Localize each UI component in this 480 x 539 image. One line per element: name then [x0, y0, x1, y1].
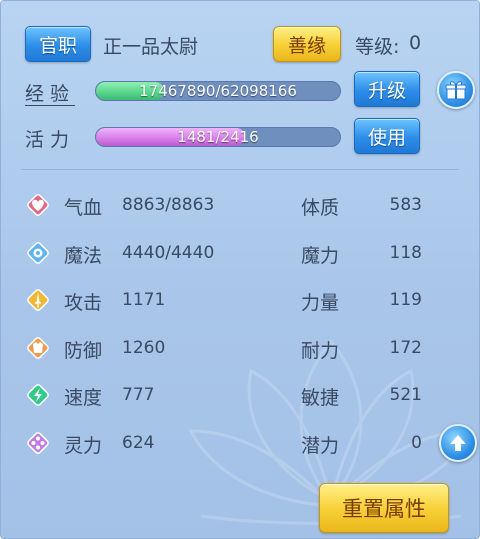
sword-icon [25, 287, 51, 313]
stat-name: 防御 [64, 339, 103, 362]
attribute-value: 118 [389, 242, 422, 263]
attribute-name: 力量 [301, 292, 340, 314]
vitality-bar: 1481/2416 [95, 127, 341, 147]
vitality-label: 活力 [25, 129, 76, 151]
character-stats-panel: 官职 正一品太尉 善缘 等级: 0 经验 17467890/62098166 升… [0, 0, 480, 539]
divider [21, 169, 459, 170]
use-button[interactable]: 使用 [354, 118, 420, 154]
arrow-up-icon [450, 435, 466, 451]
speed-icon [25, 382, 51, 408]
rank-title: 正一品太尉 [103, 36, 199, 58]
attribute-value: 119 [389, 290, 422, 310]
stat-value: 8863/8863 [122, 195, 215, 215]
attribute-name: 潜力 [301, 434, 340, 457]
stat-value: 777 [122, 385, 155, 405]
armor-icon [25, 335, 51, 361]
attribute-value: 0 [411, 432, 422, 453]
stat-name: 速度 [64, 387, 103, 409]
stat-value: 4440/4440 [122, 242, 215, 263]
stat-name: 灵力 [64, 434, 103, 457]
stat-name: 气血 [64, 197, 103, 219]
upgrade-button[interactable]: 升级 [354, 71, 420, 107]
attribute-value: 583 [389, 195, 422, 215]
level-label: 等级: [355, 36, 400, 58]
stat-value: 1260 [122, 337, 166, 358]
attribute-name: 耐力 [301, 339, 340, 362]
stat-name: 魔法 [64, 244, 103, 267]
mana-icon [25, 240, 51, 266]
karma-button[interactable]: 善缘 [273, 26, 341, 62]
attribute-name: 魔力 [301, 244, 340, 267]
stat-value: 1171 [122, 290, 166, 310]
attribute-name: 体质 [301, 197, 340, 219]
attribute-value: 521 [389, 385, 422, 405]
stat-value: 624 [122, 432, 155, 453]
spirit-icon [25, 430, 51, 456]
gift-icon [445, 81, 467, 100]
attribute-value: 172 [389, 337, 422, 358]
experience-label[interactable]: 经验 [25, 79, 75, 106]
vitality-text: 1481/2416 [177, 128, 259, 146]
level-value: 0 [409, 32, 422, 54]
attribute-name: 敏捷 [301, 387, 340, 409]
allocate-points-button[interactable] [439, 424, 477, 462]
heart-icon [25, 192, 51, 218]
gift-button[interactable] [437, 71, 475, 109]
stat-name: 攻击 [64, 292, 103, 314]
rank-button[interactable]: 官职 [25, 26, 91, 62]
experience-bar: 17467890/62098166 [95, 81, 341, 101]
reset-attributes-button[interactable]: 重置属性 [319, 483, 449, 533]
experience-text: 17467890/62098166 [139, 82, 297, 100]
